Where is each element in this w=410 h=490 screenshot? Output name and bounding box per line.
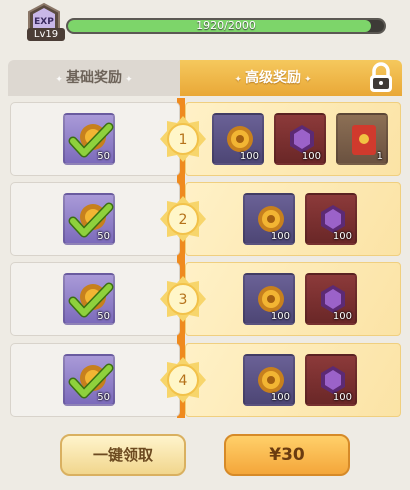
sparkle-icon: ✦ bbox=[234, 75, 245, 85]
basic-reward-item[interactable]: 50 bbox=[63, 193, 115, 245]
premium-reward-item[interactable]: 100 bbox=[274, 113, 326, 165]
exp-badge-label: EXP bbox=[34, 17, 54, 27]
level-number: 4 bbox=[179, 373, 188, 389]
level-number: 3 bbox=[179, 292, 188, 308]
premium-reward-item[interactable]: 1 bbox=[336, 113, 388, 165]
claim-all-button[interactable]: 一键领取 bbox=[60, 434, 186, 476]
item-quantity: 1 bbox=[376, 151, 383, 162]
tab-premium-rewards[interactable]: ✦ 高级奖励 ✦ bbox=[180, 60, 402, 96]
premium-reward-item[interactable]: 100 bbox=[243, 193, 295, 245]
basic-reward-row: 50 bbox=[10, 102, 180, 176]
level-marker: 3 bbox=[159, 275, 207, 323]
level-marker: 2 bbox=[159, 195, 207, 243]
level-number: 2 bbox=[179, 212, 188, 228]
buy-premium-button[interactable]: ¥30 bbox=[224, 434, 350, 476]
player-level: Lv19 bbox=[27, 28, 65, 41]
item-quantity: 100 bbox=[270, 311, 290, 322]
premium-reward-item[interactable]: 100 bbox=[305, 354, 357, 406]
basic-reward-row: 50 bbox=[10, 262, 180, 336]
premium-reward-item[interactable]: 100 bbox=[305, 193, 357, 245]
tab-basic-label: 基础奖励 bbox=[66, 70, 122, 86]
sparkle-icon: ✦ bbox=[55, 75, 66, 85]
basic-reward-item[interactable]: 50 bbox=[63, 354, 115, 406]
item-quantity: 100 bbox=[301, 151, 321, 162]
item-quantity: 100 bbox=[239, 151, 259, 162]
tab-basic-rewards[interactable]: ✦ 基础奖励 ✦ bbox=[8, 60, 180, 96]
exp-progress-text: 1920/2000 bbox=[196, 19, 256, 32]
item-quantity: 100 bbox=[270, 231, 290, 242]
premium-reward-row: 100 100 1 bbox=[185, 102, 401, 176]
premium-reward-row: 100 100 bbox=[185, 262, 401, 336]
premium-reward-row: 100 100 bbox=[185, 343, 401, 417]
level-marker: 1 bbox=[159, 115, 207, 163]
premium-reward-item[interactable]: 100 bbox=[243, 354, 295, 406]
basic-reward-item[interactable]: 50 bbox=[63, 273, 115, 325]
premium-reward-item[interactable]: 100 bbox=[305, 273, 357, 325]
sparkle-icon: ✦ bbox=[301, 75, 312, 85]
level-number: 1 bbox=[179, 132, 188, 148]
item-quantity: 100 bbox=[270, 392, 290, 403]
item-quantity: 50 bbox=[97, 311, 110, 322]
premium-reward-item[interactable]: 100 bbox=[212, 113, 264, 165]
basic-reward-item[interactable]: 50 bbox=[63, 113, 115, 165]
item-quantity: 100 bbox=[332, 392, 352, 403]
item-quantity: 100 bbox=[332, 231, 352, 242]
tab-premium-label: 高级奖励 bbox=[245, 70, 301, 86]
item-quantity: 50 bbox=[97, 151, 110, 162]
lock-icon bbox=[366, 62, 396, 94]
sparkle-icon: ✦ bbox=[122, 75, 133, 85]
premium-reward-row: 100 100 bbox=[185, 182, 401, 256]
basic-reward-row: 50 bbox=[10, 343, 180, 417]
item-quantity: 100 bbox=[332, 311, 352, 322]
item-quantity: 50 bbox=[97, 231, 110, 242]
item-quantity: 50 bbox=[97, 392, 110, 403]
basic-reward-row: 50 bbox=[10, 182, 180, 256]
level-marker: 4 bbox=[159, 356, 207, 404]
premium-reward-item[interactable]: 100 bbox=[243, 273, 295, 325]
